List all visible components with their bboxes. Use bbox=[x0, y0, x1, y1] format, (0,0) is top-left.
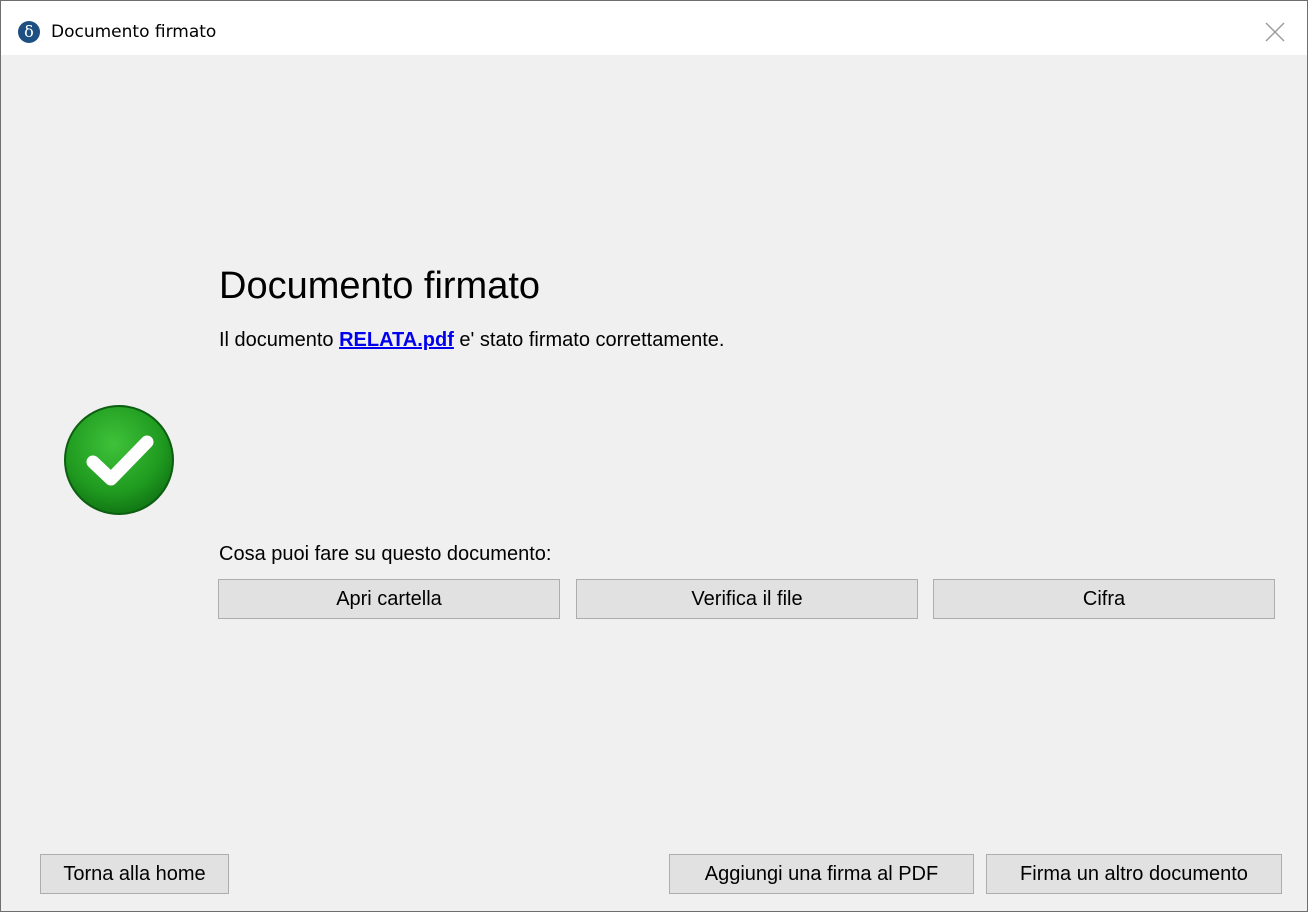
window-title: Documento firmato bbox=[51, 22, 217, 42]
status-message-prefix: Il documento bbox=[219, 329, 340, 351]
title-bar: δ Documento firmato bbox=[1, 1, 1307, 55]
back-home-button[interactable]: Torna alla home bbox=[40, 854, 229, 894]
status-message-suffix: e' stato firmato correttamente. bbox=[453, 329, 725, 351]
sign-another-button[interactable]: Firma un altro documento bbox=[986, 854, 1282, 894]
actions-label: Cosa puoi fare su questo documento: bbox=[219, 543, 552, 565]
verify-file-button[interactable]: Verifica il file bbox=[576, 579, 918, 619]
add-signature-button[interactable]: Aggiungi una firma al PDF bbox=[669, 854, 974, 894]
app-logo-icon: δ bbox=[18, 21, 40, 43]
open-folder-button[interactable]: Apri cartella bbox=[218, 579, 560, 619]
status-message: Il documento RELATA.pdf e' stato firmato… bbox=[219, 327, 724, 353]
encrypt-button[interactable]: Cifra bbox=[933, 579, 1275, 619]
check-circle-icon bbox=[64, 405, 174, 515]
file-name-link[interactable]: RELATA.pdf bbox=[339, 329, 454, 351]
page-title: Documento firmato bbox=[219, 265, 541, 307]
close-icon[interactable] bbox=[1263, 20, 1287, 44]
dialog-window: δ Documento firmato Documento firmato Il… bbox=[0, 0, 1308, 912]
